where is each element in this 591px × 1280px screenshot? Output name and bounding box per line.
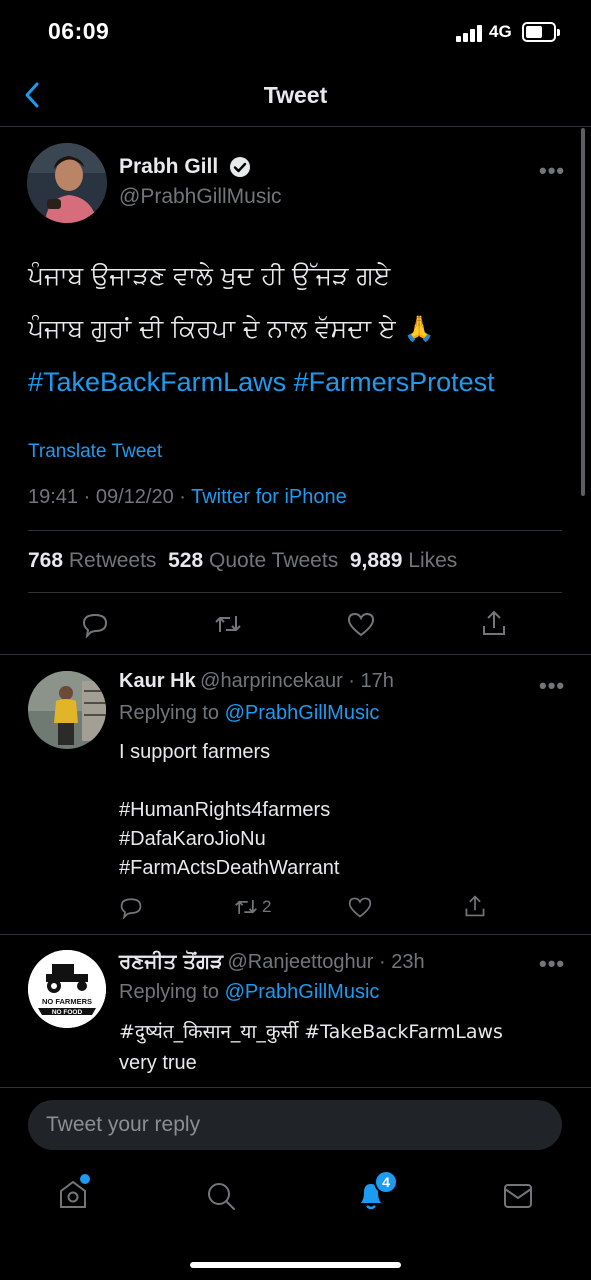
quote-tweets-stat[interactable]: 528 Quote Tweets (168, 549, 338, 572)
share-icon[interactable] (480, 608, 508, 638)
messages-tab[interactable] (502, 1182, 534, 1210)
author-handle[interactable]: @PrabhGillMusic (119, 185, 282, 209)
tweet-stats: 768 Retweets 528 Quote Tweets 9,889 Like… (28, 549, 457, 573)
reply-input-placeholder: Tweet your reply (46, 1113, 201, 1136)
reply-hashtag[interactable]: #DafaKaroJioNu (119, 825, 266, 854)
translate-tweet-link[interactable]: Translate Tweet (28, 441, 162, 463)
tweet-text-line-2: ਪੰਜਾਬ ਗੁਰਾਂ ਦੀ ਕਿਰਪਾ ਦੇ ਨਾਲ ਵੱਸਦਾ ਏ 🙏 (28, 314, 435, 343)
search-icon (208, 1183, 235, 1210)
reply-author-handle[interactable]: @harprincekaur (200, 670, 343, 692)
reply-divider (0, 934, 591, 935)
reply-avatar[interactable] (28, 671, 106, 749)
reply-time: 23h (391, 951, 425, 973)
reply-more-options-icon[interactable]: ••• (539, 951, 565, 977)
retweets-stat[interactable]: 768 Retweets (28, 549, 156, 572)
reply-author-name[interactable]: ਰਣਜੀਤ ਤੋਂਗੜ (119, 949, 223, 973)
reply-text: I support farmers (119, 741, 271, 763)
more-options-icon[interactable]: ••• (539, 158, 565, 184)
stats-divider (28, 592, 562, 593)
reply-hashtag[interactable]: #FarmActsDeathWarrant (119, 854, 339, 883)
battery-icon (522, 22, 560, 42)
page-title: Tweet (263, 82, 328, 108)
status-time: 06:09 (48, 18, 110, 44)
reply-time: 17h (360, 670, 394, 692)
header-divider (0, 126, 591, 127)
meta-divider (28, 530, 562, 531)
reply-avatar[interactable]: NO FARMERS NO FOOD (28, 950, 106, 1028)
likes-stat[interactable]: 9,889 Likes (350, 549, 457, 572)
reply-hashtag[interactable]: #HumanRights4farmers (119, 796, 330, 825)
avatar-text: NO FARMERS (42, 997, 92, 1006)
reply-author-handle[interactable]: @Ranjeettoghur (228, 951, 374, 973)
notifications-badge: 4 (374, 1170, 398, 1194)
verified-badge-icon (229, 156, 251, 178)
reply-icon[interactable] (81, 610, 109, 639)
scrollbar[interactable] (581, 128, 585, 496)
search-tab[interactable] (205, 1180, 237, 1212)
author-name[interactable]: Prabh Gill (119, 155, 218, 179)
replying-to-link[interactable]: @PrabhGillMusic (225, 981, 380, 1003)
retweet-icon[interactable] (213, 610, 243, 638)
reply-author-name[interactable]: Kaur Hk (119, 670, 196, 692)
network-type: 4G (489, 22, 512, 41)
author-avatar[interactable] (27, 143, 107, 223)
replying-to-link[interactable]: @PrabhGillMusic (225, 702, 380, 724)
folded-hands-emoji: 🙏 (403, 314, 435, 343)
home-indicator[interactable] (190, 1262, 401, 1268)
replying-to: Replying to @PrabhGillMusic (119, 981, 380, 1003)
compose-divider (0, 1087, 591, 1088)
reply-like-icon[interactable] (347, 895, 373, 919)
reply-header: ਰਣਜੀਤ ਤੋਂਗੜ @Ranjeettoghur · 23h (119, 949, 425, 973)
reply-retweet-count: 2 (262, 897, 272, 916)
reply-share-icon[interactable] (463, 893, 487, 919)
replying-to: Replying to @PrabhGillMusic (119, 702, 380, 724)
tweet-text-line-1: ਪੰਜਾਬ ਉਜਾੜਣ ਵਾਲੇ ਖੁਦ ਹੀ ਉੱਜੜ ਗਏ (28, 261, 391, 290)
reply-hashtags[interactable]: #दुष्यंत_किसान_या_कुर्सी #TakeBackFarmLa… (119, 1018, 503, 1047)
tweet-hashtags[interactable]: #TakeBackFarmLaws #FarmersProtest (28, 367, 495, 398)
reply-retweet-icon[interactable] (232, 895, 260, 919)
tweet-source-link[interactable]: Twitter for iPhone (191, 486, 347, 508)
envelope-icon (504, 1184, 532, 1208)
home-unread-dot (80, 1174, 90, 1184)
reply-text: very true (119, 1052, 197, 1074)
actions-divider (0, 654, 591, 655)
avatar-text: NO FOOD (52, 1009, 83, 1016)
reply-reply-icon[interactable] (119, 895, 143, 920)
signal-strength-icon (456, 24, 484, 42)
like-icon[interactable] (346, 610, 376, 638)
tweet-timestamp: 19:41 · 09/12/20 · Twitter for iPhone (28, 486, 347, 508)
reply-header: Kaur Hk @harprincekaur · 17h (119, 670, 394, 692)
reply-more-options-icon[interactable]: ••• (539, 673, 565, 699)
